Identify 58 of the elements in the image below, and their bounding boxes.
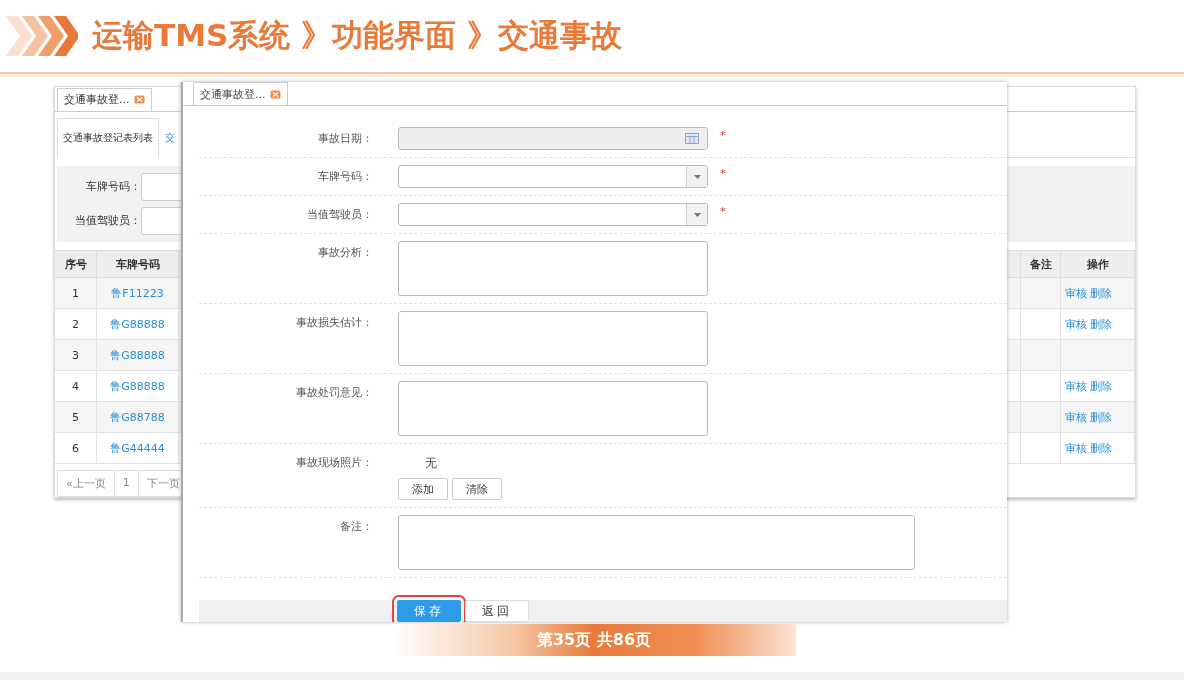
filter-label: 当值驾驶员：	[74, 213, 141, 229]
caret-icon	[693, 212, 701, 217]
close-icon[interactable]	[269, 89, 281, 99]
filter-label: 车牌号码：	[85, 179, 141, 195]
text-area[interactable]	[398, 311, 708, 366]
photo-button[interactable]: 清除	[452, 478, 502, 500]
column-header: 车牌号码	[97, 251, 179, 278]
field-label: 事故处罚意见：	[295, 385, 373, 400]
back-button[interactable]: 返回	[465, 600, 529, 622]
window-tab[interactable]: 交通事故登...	[57, 87, 152, 111]
index-cell: 4	[55, 371, 97, 402]
caret-icon	[693, 174, 701, 179]
page-number: 第35页 共86页	[536, 629, 652, 651]
action-link[interactable]: 删除	[1090, 440, 1112, 456]
text-area[interactable]	[398, 241, 708, 296]
action-link[interactable]: 审核	[1065, 316, 1087, 332]
index-cell: 3	[55, 340, 97, 371]
photo-value: 无	[424, 455, 438, 472]
list-tab[interactable]: 交通事故登记表列表	[57, 117, 159, 158]
required-mark: *	[720, 128, 726, 142]
index-cell: 5	[55, 402, 97, 433]
plate-link[interactable]: 鲁G44444	[110, 440, 165, 456]
field-label: 当值驾驶员：	[306, 207, 373, 222]
action-link[interactable]: 审核	[1065, 440, 1087, 456]
required-mark: *	[720, 166, 726, 180]
photo-button[interactable]: 添加	[398, 478, 448, 500]
action-link[interactable]: 删除	[1090, 285, 1112, 301]
index-cell: 1	[55, 278, 97, 309]
action-link[interactable]: 删除	[1090, 409, 1112, 425]
plate-link[interactable]: 鲁G88888	[110, 316, 165, 332]
select-field[interactable]	[398, 165, 708, 188]
column-header: 操作	[1061, 251, 1135, 278]
index-cell: 6	[55, 433, 97, 464]
chevrons-icon	[6, 14, 78, 58]
close-icon[interactable]	[133, 95, 145, 104]
plate-link[interactable]: 鲁G88888	[110, 378, 165, 394]
field-label: 车牌号码：	[317, 169, 373, 184]
window-tab[interactable]: 交通事故登...	[193, 82, 288, 105]
required-mark: *	[720, 204, 726, 218]
action-link[interactable]: 审核	[1065, 409, 1087, 425]
slide-title: 运输TMS系统 》功能界面 》交通事故	[92, 16, 622, 55]
action-link[interactable]: 删除	[1090, 378, 1112, 394]
action-link[interactable]: 删除	[1090, 316, 1112, 332]
action-link[interactable]: 审核	[1065, 378, 1087, 394]
page-link[interactable]: «上一页	[57, 470, 115, 497]
text-area[interactable]	[398, 515, 915, 570]
select-field[interactable]	[398, 203, 708, 226]
page-link[interactable]: 1	[113, 470, 139, 497]
index-cell: 2	[55, 309, 97, 340]
text-area[interactable]	[398, 381, 708, 436]
field-label: 事故分析：	[317, 245, 373, 260]
action-link[interactable]: 审核	[1065, 285, 1087, 301]
field-label: 备注：	[339, 519, 373, 534]
field-label: 事故日期：	[317, 131, 373, 146]
field-label: 事故现场照片：	[295, 455, 373, 470]
column-header: 序号	[55, 251, 97, 278]
column-header: 备注	[1021, 251, 1061, 278]
field-label: 事故损失估计：	[295, 315, 373, 330]
